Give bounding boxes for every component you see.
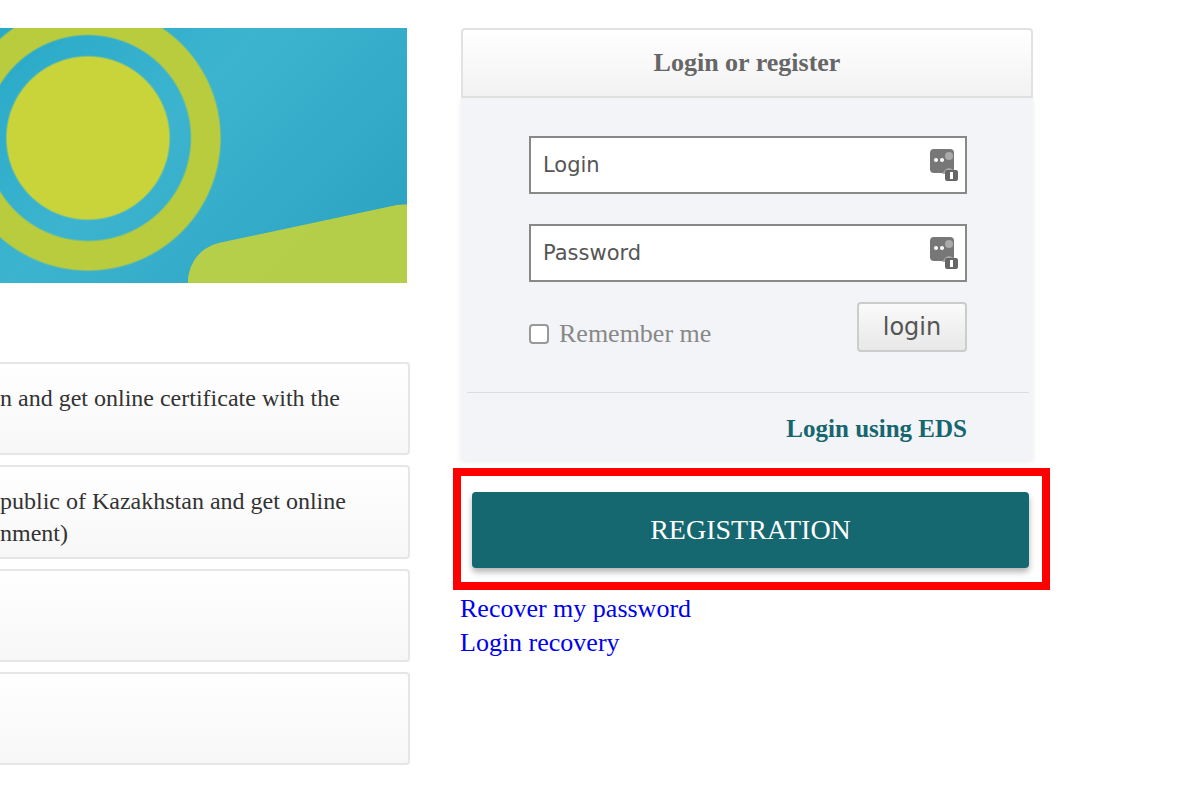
login-button[interactable]: login [857, 302, 967, 352]
info-card[interactable] [0, 569, 410, 662]
password-input[interactable] [541, 240, 929, 266]
input-field[interactable] [529, 224, 967, 282]
remember-label: Remember me [559, 319, 711, 349]
info-cards: n and get online certificate with the pub… [0, 362, 410, 765]
keyboard-user-icon [929, 148, 959, 182]
separator [467, 392, 1029, 393]
info-card[interactable]: n and get online certificate with the [0, 362, 410, 455]
remember-me[interactable]: Remember me [529, 319, 711, 349]
panel-title: Login or register [461, 28, 1033, 98]
login-panel: Remember me login Login using EDS [461, 98, 1033, 460]
info-card-line: public of Kazakhstan and get online [0, 485, 400, 517]
registration-button[interactable]: REGISTRATION [472, 492, 1029, 568]
flag-sun [0, 28, 238, 283]
info-card[interactable] [0, 672, 410, 765]
keyboard-user-icon [929, 236, 959, 270]
eds-login-link[interactable]: Login using EDS [786, 415, 967, 443]
login-input[interactable] [541, 152, 929, 178]
input-field[interactable] [529, 136, 967, 194]
remember-checkbox[interactable] [529, 324, 549, 344]
registration-highlight: REGISTRATION [453, 468, 1050, 590]
info-card-line: n and get online certificate with the [0, 382, 400, 414]
info-card[interactable]: public of Kazakhstan and get onlinenment… [0, 465, 410, 559]
recovery-links: Recover my passwordLogin recovery [460, 592, 1033, 660]
left-column: n and get online certificate with the pub… [0, 28, 410, 765]
login-column: Login or register Remember me login Login u… [461, 28, 1033, 765]
info-card-line: nment) [0, 517, 400, 549]
flag-photo [0, 28, 407, 283]
login-row: Remember me login [529, 302, 967, 352]
recovery-link[interactable]: Recover my password [460, 592, 1033, 626]
recovery-link[interactable]: Login recovery [460, 626, 1033, 660]
